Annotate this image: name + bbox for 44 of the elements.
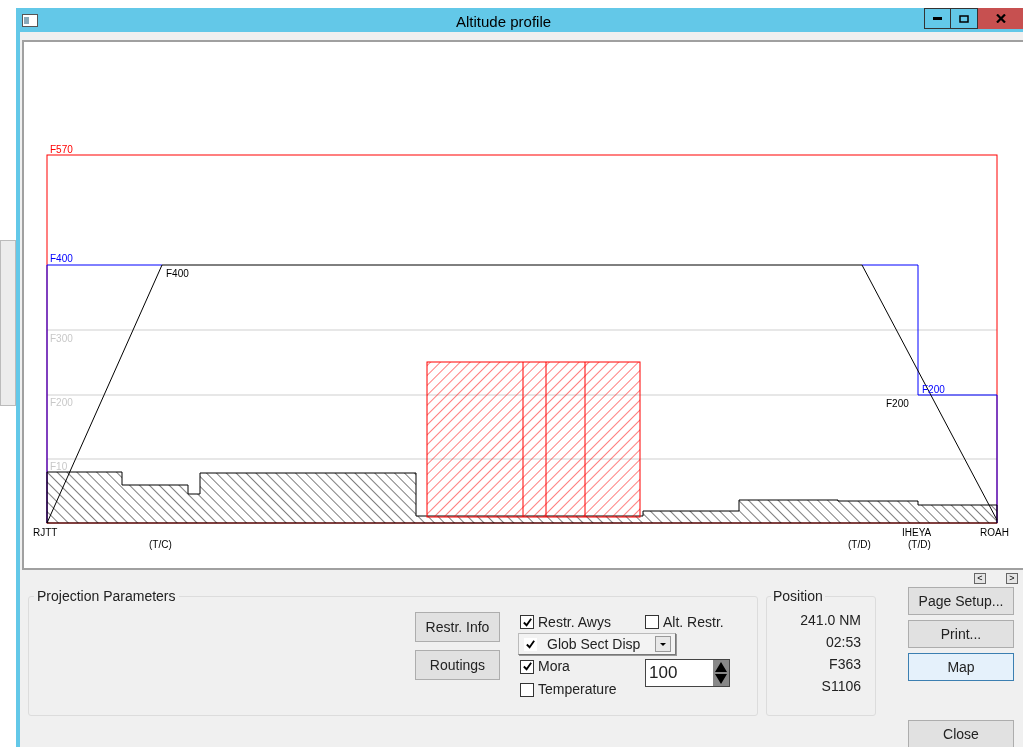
dropdown-caret-icon	[655, 636, 671, 652]
print-button[interactable]: Print...	[908, 620, 1014, 648]
waypoint-label: RJTT	[33, 527, 58, 538]
level-label: F200	[922, 384, 945, 395]
mora-checkbox[interactable]: Mora	[520, 655, 645, 678]
minimize-button[interactable]	[924, 8, 951, 29]
check-icon	[525, 638, 536, 650]
point-label: (T/D)	[908, 539, 931, 550]
window-title: Altitude profile	[456, 12, 552, 32]
minimize-icon	[933, 17, 942, 20]
group-title: Position	[772, 587, 824, 606]
map-button[interactable]: Map	[908, 653, 1014, 681]
alt-restr-checkbox[interactable]: Alt. Restr.	[645, 611, 724, 633]
position-value: 241.0 NM	[800, 611, 861, 630]
close-button[interactable]	[978, 8, 1023, 29]
position-value: S1106	[821, 677, 861, 696]
level-label: F400	[50, 253, 73, 264]
check-icon	[521, 661, 533, 672]
temperature-checkbox[interactable]: Temperature	[520, 678, 645, 701]
routings-button[interactable]: Routings	[415, 650, 500, 680]
point-label: (T/D)	[848, 539, 871, 550]
position-value: 02:53	[825, 633, 861, 652]
check-icon	[521, 616, 533, 628]
previous-page-button[interactable]: <	[974, 573, 986, 584]
level-label: F400	[166, 268, 189, 279]
point-label: (T/C)	[149, 539, 172, 550]
sector-display-dropdown[interactable]: Glob Sect Disp	[518, 633, 676, 655]
level-label: F570	[50, 144, 73, 155]
maximize-button[interactable]	[951, 8, 978, 29]
waypoint-label: ROAH	[980, 527, 1009, 538]
maximize-icon	[959, 14, 969, 23]
position-value: F363	[829, 655, 861, 674]
group-title: Projection Parameters	[36, 587, 177, 606]
close-icon	[995, 14, 1006, 23]
mora-spinner[interactable]: 100	[645, 659, 730, 687]
waypoint-label: IHEYA	[902, 527, 932, 538]
level-label: F200	[886, 398, 909, 409]
page-setup-button[interactable]: Page Setup...	[908, 587, 1014, 615]
spinner-arrows-icon	[713, 660, 729, 686]
restr-info-button[interactable]: Restr. Info	[415, 612, 500, 642]
window-icon	[22, 13, 38, 27]
close-button[interactable]: Close	[908, 720, 1014, 747]
next-page-button[interactable]: >	[1006, 573, 1018, 584]
restr-awys-checkbox[interactable]: Restr. Awys	[520, 611, 645, 633]
